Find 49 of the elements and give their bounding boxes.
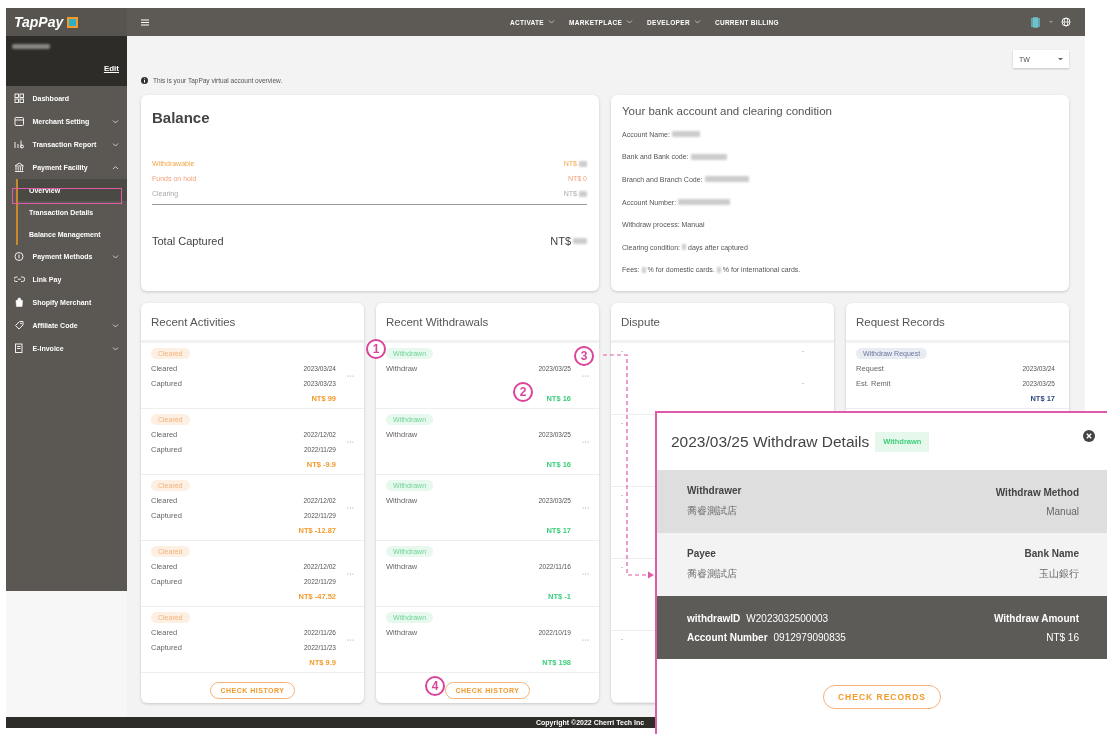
- tag-icon: [14, 320, 25, 331]
- card-title: Your bank account and clearing condition: [622, 105, 833, 119]
- link-icon: [14, 274, 25, 285]
- field-label: Payee: [687, 548, 717, 559]
- total-label: Total Captured: [152, 235, 224, 247]
- redacted-blur: [704, 176, 749, 183]
- dialog-title: 2023/03/25 Withdraw Details: [671, 432, 870, 451]
- field-value: 玉山銀行: [1039, 567, 1079, 581]
- field-label: Withdrawer: [687, 485, 742, 496]
- field-value: NT$ 16: [1046, 631, 1079, 643]
- menu-icon[interactable]: [141, 18, 149, 26]
- store-icon: [14, 116, 25, 127]
- field-label: withdrawID: [687, 612, 741, 624]
- redacted-blur: [641, 266, 646, 273]
- logo-square-icon: [67, 16, 79, 28]
- card-title: Recent Withdrawals: [376, 303, 599, 343]
- chart-icon: [14, 139, 25, 150]
- globe-icon[interactable]: [1061, 17, 1071, 27]
- caret-icon: [1058, 57, 1063, 61]
- redacted-blur: [682, 244, 686, 251]
- field-value: Manual: [1046, 505, 1079, 517]
- info-icon: [141, 76, 148, 84]
- close-icon[interactable]: [1083, 430, 1095, 442]
- total-amount: NT$: [550, 235, 571, 247]
- coin-icon: [14, 251, 25, 262]
- field-value: 喬睿測試店: [687, 504, 738, 518]
- field-label: Bank Name: [1024, 548, 1079, 559]
- edit-link[interactable]: Edit: [103, 64, 119, 73]
- caret-icon: [1049, 21, 1053, 23]
- redacted-blur: [678, 199, 731, 206]
- field-value: 0912979090835: [773, 631, 846, 643]
- card-title: Request Records: [846, 303, 1069, 343]
- document-icon: [14, 343, 25, 354]
- redacted-blur: [690, 153, 727, 160]
- redacted-blur: [716, 266, 721, 273]
- field-label: Withdraw Amount: [993, 612, 1079, 624]
- card-title: Recent Activities: [141, 303, 364, 343]
- bag-icon: [14, 297, 25, 308]
- card-title: Balance: [152, 109, 211, 126]
- field-label: Account Number: [687, 631, 768, 643]
- field-value: W2023032500003: [746, 612, 829, 624]
- avatar-icon[interactable]: [1030, 16, 1041, 28]
- grid-icon: [14, 93, 25, 104]
- redacted-blur: [671, 131, 700, 138]
- bank-icon: [14, 162, 25, 173]
- card-title: Dispute: [611, 303, 834, 343]
- logo-text: TapPay: [14, 14, 64, 30]
- field-value: 喬睿測試店: [687, 567, 737, 581]
- field-label: Withdraw Method: [995, 486, 1079, 498]
